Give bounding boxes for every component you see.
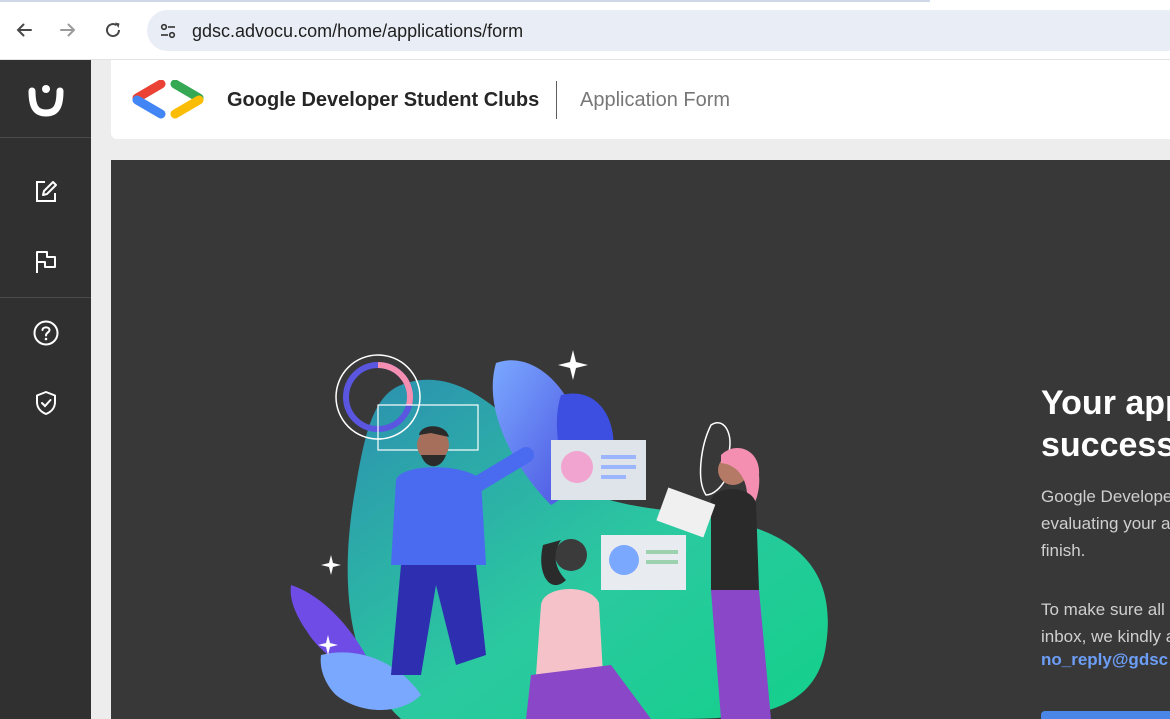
inbox-line-1: To make sure all <box>1041 600 1165 619</box>
primary-action-button[interactable] <box>1041 711 1170 719</box>
help-icon <box>33 320 58 346</box>
tune-icon <box>160 23 176 39</box>
browser-toolbar: gdsc.advocu.com/home/applications/form <box>0 0 1170 60</box>
forward-button[interactable] <box>52 14 84 46</box>
arrow-left-icon <box>16 23 32 37</box>
sidebar-item-help[interactable] <box>0 298 91 368</box>
edit-icon <box>35 181 57 202</box>
sidebar-item-privacy[interactable] <box>0 368 91 438</box>
shield-check-icon <box>35 391 56 415</box>
arrow-right-icon <box>60 23 76 37</box>
paragraph-line-1: Google Develope <box>1041 487 1170 506</box>
app-sidebar <box>0 60 91 719</box>
header-divider <box>556 81 557 119</box>
title-line-2: success <box>1041 426 1170 464</box>
gdsc-logo <box>132 80 204 119</box>
advocu-logo[interactable] <box>0 60 91 138</box>
noreply-email-link[interactable]: no_reply@gdsc <box>1041 650 1168 670</box>
confirmation-title: Your app success <box>1041 382 1170 466</box>
title-line-1: Your app <box>1041 384 1170 422</box>
site-info-button[interactable] <box>157 20 179 42</box>
paragraph-line-2: evaluating your a <box>1041 514 1170 533</box>
reload-button[interactable] <box>97 14 129 46</box>
reload-icon <box>106 22 121 38</box>
sidebar-item-reports[interactable] <box>0 227 91 297</box>
confirmation-panel: Your app success Google Develope evaluat… <box>111 160 1170 719</box>
inbox-line-2: inbox, we kindly a <box>1041 627 1170 646</box>
sidebar-item-applications[interactable] <box>0 157 91 227</box>
back-button[interactable] <box>8 14 40 46</box>
inbox-paragraph: To make sure all inbox, we kindly a <box>1041 596 1170 650</box>
advocu-logo-mark <box>28 84 63 117</box>
confirmation-paragraph: Google Develope evaluating your a finish… <box>1041 483 1170 564</box>
page-header: Google Developer Student Clubs Applicati… <box>111 60 1170 139</box>
address-bar[interactable]: gdsc.advocu.com/home/applications/form <box>147 10 1170 51</box>
team-collaboration-illustration <box>290 350 828 719</box>
paragraph-line-3: finish. <box>1041 541 1086 560</box>
tab-strip-edge <box>0 0 930 2</box>
page-title: Application Form <box>580 89 731 111</box>
brand-name: Google Developer Student Clubs <box>227 89 540 111</box>
flag-icon <box>35 251 56 273</box>
url-text: gdsc.advocu.com/home/applications/form <box>192 21 524 41</box>
